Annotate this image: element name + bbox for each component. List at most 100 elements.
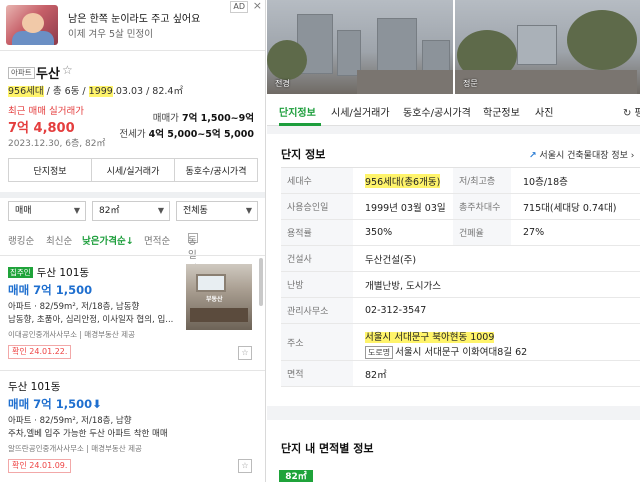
recent-deal-date: 2023.12.30, 6층, 82㎡ (8, 139, 106, 149)
listing-desc: 주차,엘베 입주 가능한 두산 아파트 착한 매매 (8, 429, 168, 439)
table-row: 관리사무소 02-312-3547 (281, 298, 640, 324)
tab-school[interactable]: 학군정보 (483, 104, 520, 119)
tab-photo[interactable]: 사진 (535, 104, 553, 119)
listing-agent: 이대공인중개사사무소 | 매경부동산 제공 (8, 330, 135, 339)
parking-value: 715대(세대당 0.74대) (523, 202, 617, 214)
photo-label-gate: 정문 (463, 79, 478, 88)
property-type-badge: 아파트 (8, 67, 35, 79)
table-row: 사용승인일 1999년 03월 03일 총주차대수 715대(세대당 0.74대… (281, 194, 640, 220)
dong-value: 전체동 (183, 206, 208, 216)
property-name: 두산 (36, 67, 60, 82)
table-row: 난방 개별난방, 도시가스 (281, 272, 640, 298)
listing-price: 매매 7억 1,500 (8, 283, 93, 297)
recent-deal-label: 최근 매매 실거래가 (8, 106, 84, 117)
left-tab-complex-info[interactable]: 단지정보 (9, 159, 92, 181)
address-key: 주소 (281, 324, 353, 360)
chevron-down-icon: ▼ (245, 206, 252, 215)
share-icon[interactable]: ☆ (238, 459, 252, 473)
listing-name: 두산 101동 (8, 381, 61, 393)
tab-unit[interactable]: 동호수/공시가격 (403, 104, 471, 119)
tab-price[interactable]: 시세/실거래가 (331, 104, 390, 119)
close-icon[interactable]: × (253, 0, 262, 12)
listing-desc: 남동향, 초품아, 심리안정, 이사일자 협의, 입... (8, 315, 174, 325)
photo-watermark: 부동산 (206, 296, 223, 303)
area-chip[interactable]: 82㎡ (279, 470, 313, 482)
far-key: 용적률 (281, 220, 353, 245)
approval-value: 1999년 03월 03일 (365, 202, 446, 214)
address-road: 도로명 서울시 서대문구 이화여대8길 62 (365, 344, 527, 359)
sort-latest[interactable]: 최신순 (46, 233, 72, 247)
ad-image[interactable] (6, 5, 58, 45)
complex-photo[interactable]: 전경 정문 (267, 0, 640, 94)
price-down-icon: ⬇ (92, 397, 102, 411)
sort-area[interactable]: 면적순 (144, 233, 170, 247)
sort-ranking[interactable]: 랭킹순 (8, 233, 34, 247)
complex-info-table: 세대수 956세대(총6개동) 저/최고층 10층/18층 사용승인일 1999… (281, 167, 640, 387)
active-tab-indicator (279, 123, 321, 126)
table-row: 주소 서울시 서대문구 북아현동 1009 도로명 서울시 서대문구 이화여대8길… (281, 324, 640, 361)
tab-complex-info[interactable]: 단지정보 (279, 104, 316, 119)
ad-title[interactable]: 남은 한쪽 눈이라도 주고 싶어요 (68, 10, 200, 25)
address-lot: 서울시 서대문구 북아현동 1009 (365, 332, 495, 343)
left-tab-unit[interactable]: 동호수/공시가격 (175, 159, 257, 181)
area-info-title: 단지 내 면적별 정보 (281, 442, 374, 455)
listing-item[interactable]: 두산 101동 매매 7억 1,500⬇ 아파트 · 82/59m², 저/18… (0, 371, 262, 482)
sort-bar: 랭킹순 최신순 낮은가격순↓ 면적순 동일매물 묶기 (8, 233, 263, 317)
listing-name: 두산 101동 (36, 267, 90, 279)
trade-type-select[interactable]: 매매 ▼ (8, 201, 86, 221)
listing-price: 매매 7억 1,500⬇ (8, 396, 102, 412)
listing-item[interactable]: 집주인 두산 101동 매매 7억 1,500 아파트 · 82/59m², 저/… (0, 256, 262, 370)
heating-value: 개별난방, 도시가스 (365, 280, 441, 292)
property-summary: 아파트 두산 ☆ 956세대 / 총 6동 / 1999.03.03 / 82.… (0, 52, 265, 158)
parking-key: 총주차대수 (453, 194, 511, 219)
right-tab-bar: 단지정보 시세/실거래가 동호수/공시가격 학군정보 사진 ↻ 평 (267, 94, 640, 126)
sort-lowest-price[interactable]: 낮은가격순↓ (82, 233, 134, 247)
listing-title: 집주인 두산 101동 (8, 265, 89, 280)
meta-tail: .03.03 / 82.4㎡ (112, 86, 183, 97)
listing-photo[interactable]: 부동산 (186, 264, 252, 330)
trade-type-value: 매매 (15, 206, 32, 216)
road-name-badge: 도로명 (365, 346, 394, 359)
office-value: 02-312-3547 (365, 305, 427, 316)
table-row: 면적 82㎡ (281, 361, 640, 387)
table-row: 세대수 956세대(총6개동) 저/최고층 10층/18층 (281, 168, 640, 194)
listing-price-value: 매매 7억 1,500 (8, 397, 93, 411)
floors-key: 저/최고층 (453, 168, 511, 193)
builder-key: 건설사 (281, 246, 353, 271)
households-highlight: 956세대 (8, 86, 44, 97)
listing-detail: 아파트 · 82/59m², 저/18층, 남동향 (8, 302, 140, 312)
recent-deal-price: 7억 4,800 (8, 121, 75, 136)
ad-banner[interactable]: 남은 한쪽 눈이라도 주고 싶어요 이제 겨우 5살 민정이 AD × (0, 0, 265, 51)
listing-panel: 남은 한쪽 눈이라도 주고 싶어요 이제 겨우 5살 민정이 AD × 아파트 … (0, 0, 266, 482)
complex-info-card: 단지 정보 ↗ 서울시 건축물대장 정보 › 세대수 956세대(총6개동) 저… (267, 134, 640, 406)
households-key: 세대수 (281, 168, 353, 193)
heating-key: 난방 (281, 272, 353, 297)
households-value: 956세대(총6개동) (365, 168, 441, 193)
left-tab-price[interactable]: 시세/실거래가 (92, 159, 175, 181)
area-select[interactable]: 82㎡ ▼ (92, 201, 170, 221)
area-key: 면적 (281, 361, 353, 386)
chevron-down-icon: ▼ (157, 206, 164, 215)
photo-label-front: 전경 (275, 79, 290, 88)
left-tab-bar: 단지정보 시세/실거래가 동호수/공시가격 (8, 158, 258, 182)
building-register-label: 서울시 건축물대장 정보 › (539, 151, 635, 161)
share-icon[interactable]: ☆ (238, 346, 252, 360)
jeonse-label: 전세가 (119, 129, 146, 140)
jeonse-price-range: 전세가 4억 5,000~5억 5,000 (119, 126, 254, 140)
building-register-link[interactable]: ↗ 서울시 건축물대장 정보 › (529, 148, 634, 161)
listing-scrollbar[interactable] (259, 258, 263, 306)
unit-toggle[interactable]: ↻ 평 (623, 104, 640, 119)
chevron-down-icon: ▼ (73, 206, 80, 215)
ad-subtitle[interactable]: 이제 겨우 5살 민정이 (68, 26, 153, 40)
favorite-star-icon[interactable]: ☆ (62, 63, 73, 77)
bcr-value: 27% (523, 227, 545, 238)
external-link-icon: ↗ (529, 151, 537, 161)
table-row: 용적률 350% 건폐율 27% (281, 220, 640, 246)
dong-select[interactable]: 전체동 ▼ (176, 201, 258, 221)
jeonse-value: 4억 5,000~5억 5,000 (148, 129, 254, 140)
meta-mid: / 총 6동 / (43, 86, 89, 97)
builder-value: 두산건설(주) (365, 254, 417, 266)
confirm-date-badge: 확인 24.01.09. (8, 459, 72, 473)
area-value: 82㎡ (99, 206, 120, 216)
section-separator (0, 192, 265, 198)
